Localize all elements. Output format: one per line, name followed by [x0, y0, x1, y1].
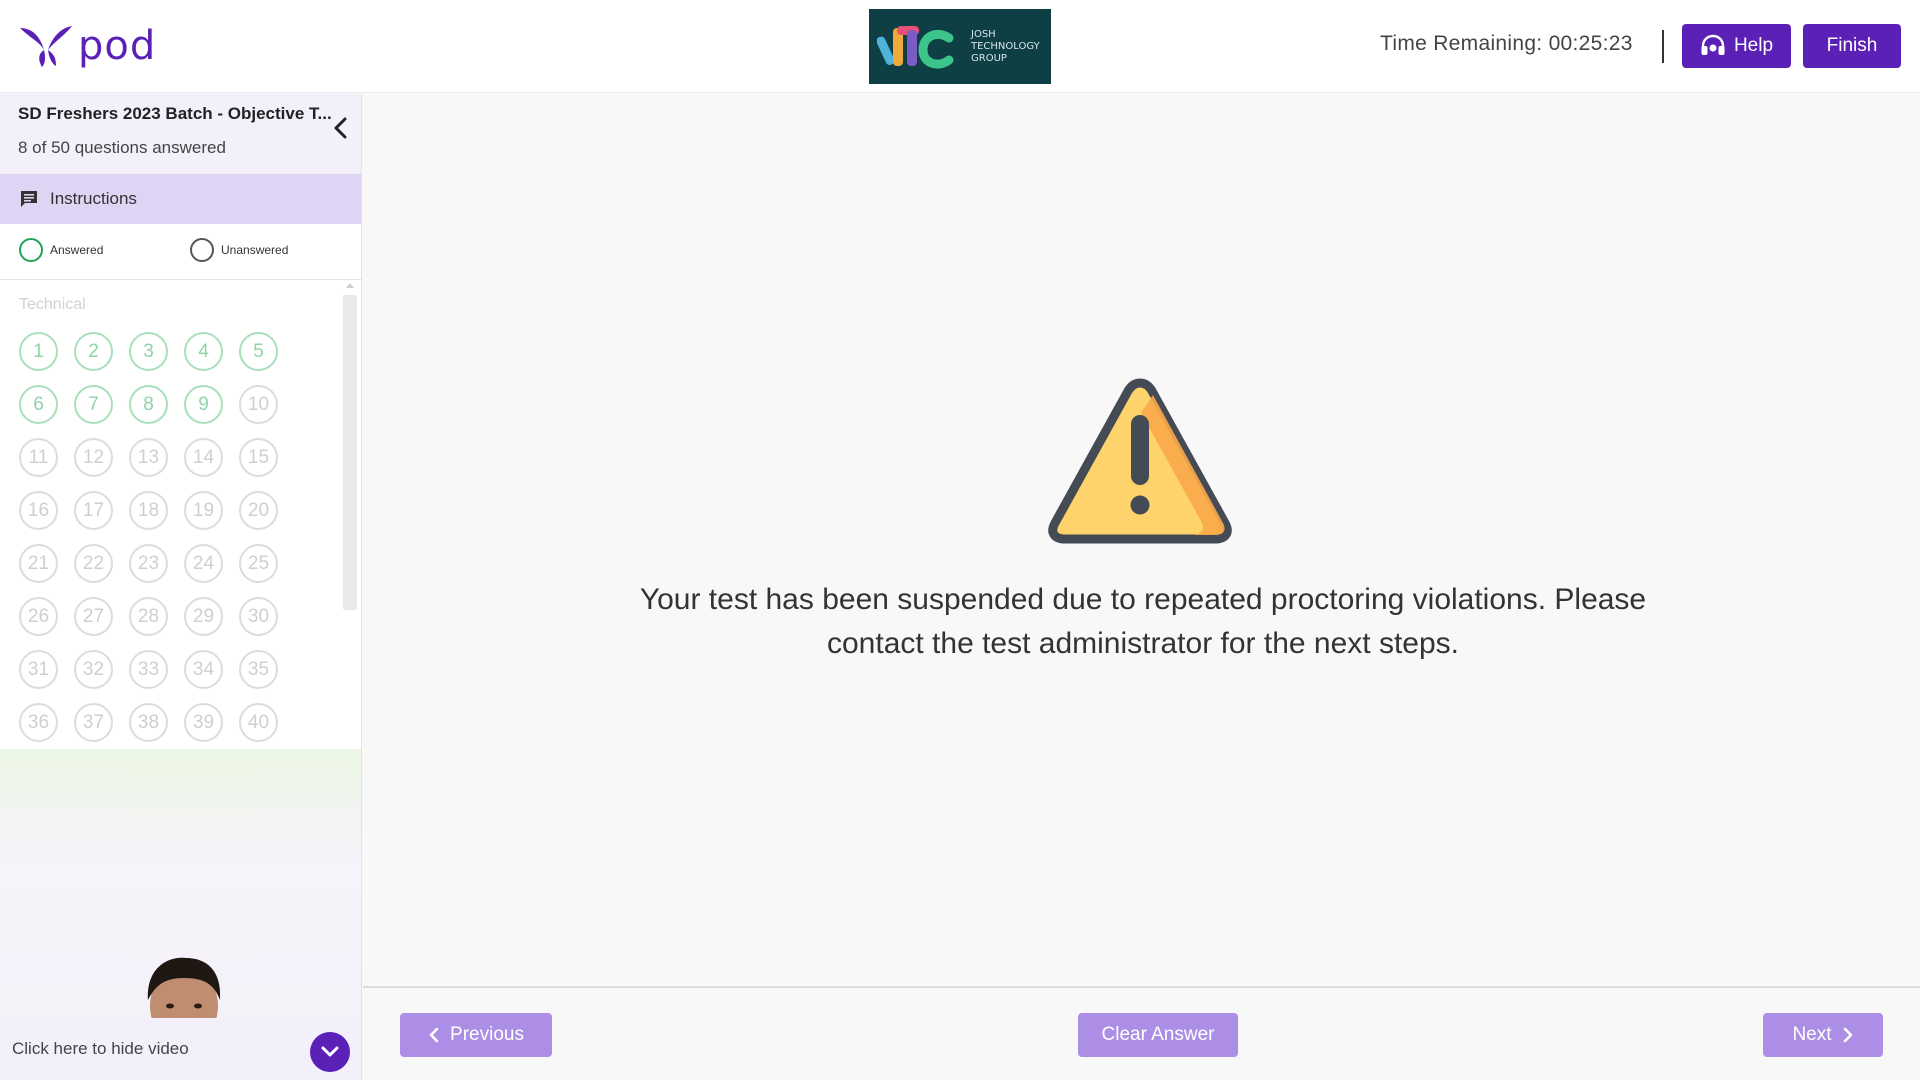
hide-video-button[interactable]	[310, 1032, 350, 1072]
question-button[interactable]: 10	[239, 385, 278, 424]
help-label: Help	[1733, 35, 1774, 56]
question-button[interactable]: 21	[19, 544, 58, 583]
question-button[interactable]: 3	[129, 332, 168, 371]
question-button[interactable]: 13	[129, 438, 168, 477]
previous-button[interactable]: Previous	[400, 1013, 552, 1057]
test-info-panel: SD Freshers 2023 Batch - Objective T... …	[0, 94, 361, 174]
chevron-left-icon	[429, 1027, 439, 1043]
question-button[interactable]: 18	[129, 491, 168, 530]
question-button[interactable]: 40	[239, 703, 278, 742]
question-button[interactable]: 38	[129, 703, 168, 742]
question-button[interactable]: 9	[184, 385, 223, 424]
question-button[interactable]: 7	[74, 385, 113, 424]
question-button[interactable]: 19	[184, 491, 223, 530]
question-button[interactable]: 28	[129, 597, 168, 636]
question-button[interactable]: 35	[239, 650, 278, 689]
legend-answered: Answered	[19, 238, 103, 262]
legend-answered-label: Answered	[50, 243, 104, 257]
legend-unanswered-label: Unanswered	[221, 243, 289, 257]
answered-circle-icon	[19, 238, 43, 262]
chat-icon	[21, 191, 37, 207]
time-remaining: Time Remaining: 00:25:23	[1380, 32, 1633, 55]
brand-logo: JOSH TECHNOLOGY GROUP	[869, 9, 1051, 84]
test-title: SD Freshers 2023 Batch - Objective T...	[18, 104, 332, 123]
chevron-down-icon	[321, 1046, 339, 1057]
question-button[interactable]: 5	[239, 332, 278, 371]
main-content: Your test has been suspended due to repe…	[363, 94, 1920, 986]
question-button[interactable]: 30	[239, 597, 278, 636]
chevron-left-icon[interactable]	[330, 114, 352, 142]
question-grid: 1 2 3 4 5 6 7 8 9 10 11 12 13 14 15 16 17 18 19 20 21 22 23 24 2…	[19, 332, 309, 742]
question-button[interactable]: 8	[129, 385, 168, 424]
hide-video-label: Click here to hide video	[12, 1039, 189, 1058]
question-button[interactable]: 29	[184, 597, 223, 636]
question-button[interactable]: 24	[184, 544, 223, 583]
jtg-logo-icon	[877, 25, 954, 69]
legend-unanswered: Unanswered	[190, 238, 288, 262]
question-button[interactable]: 31	[19, 650, 58, 689]
chevron-right-icon	[1843, 1027, 1852, 1043]
top-header: pod JOSH TECHNOLOGY GROUP Time Remaining…	[0, 0, 1920, 93]
app-logo[interactable]: pod	[18, 22, 156, 70]
question-button[interactable]: 15	[239, 438, 278, 477]
instructions-link[interactable]: Instructions	[0, 174, 361, 224]
question-button[interactable]: 16	[19, 491, 58, 530]
brand-text: JOSH TECHNOLOGY GROUP	[971, 28, 1040, 64]
question-button[interactable]: 23	[129, 544, 168, 583]
questions-answered-count: 8 of 50 questions answered	[18, 138, 226, 157]
question-button[interactable]: 17	[74, 491, 113, 530]
header-divider	[1662, 30, 1664, 63]
question-button[interactable]: 32	[74, 650, 113, 689]
question-button[interactable]: 20	[239, 491, 278, 530]
question-button[interactable]: 1	[19, 332, 58, 371]
instructions-label: Instructions	[50, 189, 137, 208]
next-label: Next	[1792, 1024, 1832, 1045]
hide-video-bar[interactable]: Click here to hide video	[0, 1018, 361, 1080]
clear-answer-button[interactable]: Clear Answer	[1078, 1013, 1238, 1057]
app-name: pod	[78, 23, 157, 69]
suspension-message: Your test has been suspended due to repe…	[639, 583, 1647, 660]
question-button[interactable]: 6	[19, 385, 58, 424]
question-button[interactable]: 4	[184, 332, 223, 371]
section-title: Technical	[19, 296, 86, 313]
question-button[interactable]: 26	[19, 597, 58, 636]
help-button[interactable]: Help	[1682, 24, 1791, 68]
pod-logo-icon	[20, 26, 72, 67]
headset-icon	[1701, 34, 1725, 55]
scroll-up-arrow-icon[interactable]	[346, 283, 354, 288]
question-button[interactable]: 33	[129, 650, 168, 689]
footer-nav: Previous Clear Answer Next	[363, 986, 1920, 1080]
question-button[interactable]: 36	[19, 703, 58, 742]
question-button[interactable]: 11	[19, 438, 58, 477]
warning-triangle-icon	[1048, 378, 1232, 544]
question-button[interactable]: 34	[184, 650, 223, 689]
question-button[interactable]: 39	[184, 703, 223, 742]
unanswered-circle-icon	[190, 238, 214, 262]
finish-button[interactable]: Finish	[1803, 24, 1901, 68]
question-button[interactable]: 22	[74, 544, 113, 583]
previous-label: Previous	[450, 1024, 524, 1045]
question-button[interactable]: 25	[239, 544, 278, 583]
sidebar: SD Freshers 2023 Batch - Objective T... …	[0, 94, 362, 1080]
status-legend: Answered Unanswered	[0, 224, 361, 280]
question-button[interactable]: 2	[74, 332, 113, 371]
question-button[interactable]: 12	[74, 438, 113, 477]
question-button[interactable]: 27	[74, 597, 113, 636]
scrollbar-thumb[interactable]	[343, 295, 357, 610]
question-button[interactable]: 37	[74, 703, 113, 742]
question-button[interactable]: 14	[184, 438, 223, 477]
next-button[interactable]: Next	[1763, 1013, 1883, 1057]
